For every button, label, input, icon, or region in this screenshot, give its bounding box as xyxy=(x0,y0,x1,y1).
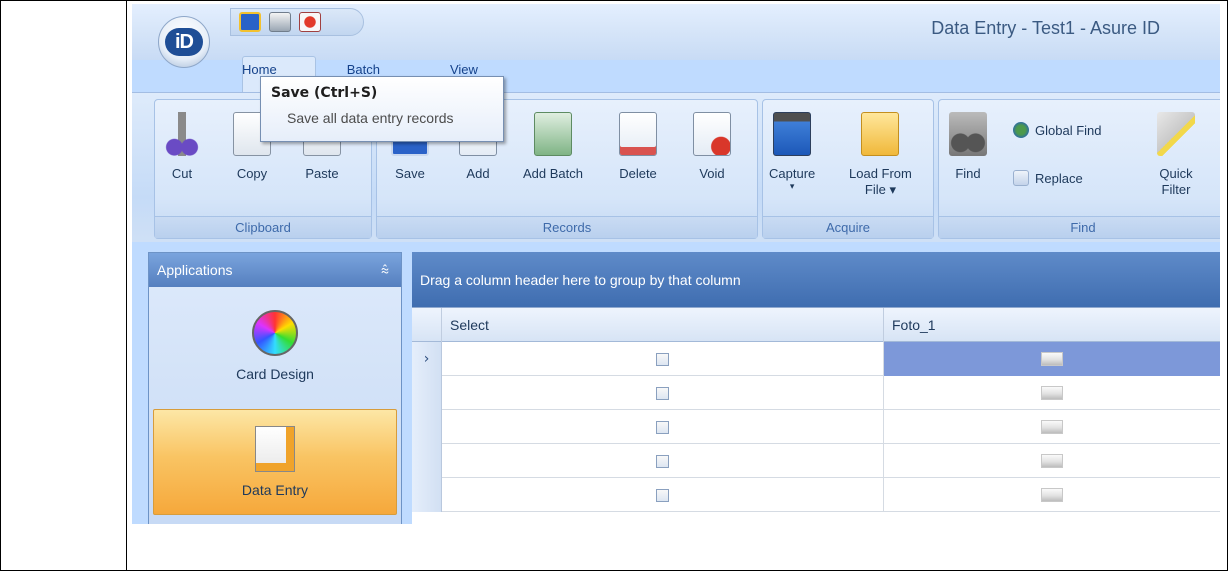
app-window: Data Entry - Test1 - Asure ID iD Home Ba… xyxy=(132,4,1220,524)
border-divider xyxy=(126,0,127,571)
load-from-file-button[interactable]: Load From File ▾ xyxy=(849,112,912,198)
application-menu-button[interactable]: iD xyxy=(158,16,210,68)
applications-header: Applications ⩯ xyxy=(149,253,401,287)
print-icon[interactable] xyxy=(269,12,291,32)
app-item-data-entry[interactable]: Data Entry xyxy=(153,409,397,515)
app-logo-icon: iD xyxy=(165,28,203,56)
image-placeholder-icon xyxy=(1041,352,1063,366)
find-button[interactable]: Find xyxy=(949,112,987,182)
global-find-button[interactable]: Global Find xyxy=(1013,122,1101,138)
tooltip-text: Save all data entry records xyxy=(287,110,454,126)
select-cell[interactable] xyxy=(442,342,884,376)
tab-batch[interactable]: Batch xyxy=(347,62,380,77)
row-indicator xyxy=(412,376,442,410)
data-grid: Drag a column header here to group by th… xyxy=(412,252,1220,524)
camera-capture-icon xyxy=(773,112,812,156)
delete-record-icon xyxy=(619,112,657,156)
select-cell[interactable] xyxy=(442,444,884,478)
foto-cell[interactable] xyxy=(884,342,1220,376)
quick-filter-button[interactable]: Quick Filter xyxy=(1157,112,1195,198)
replace-icon xyxy=(1013,170,1029,186)
image-placeholder-icon xyxy=(1041,488,1063,502)
find-group: Find Global Find Replace Quick Filter Fi… xyxy=(938,99,1220,239)
ribbon-tabs: Home Batch View xyxy=(242,62,478,77)
color-wheel-icon xyxy=(252,310,298,356)
applications-title: Applications xyxy=(157,262,233,278)
image-placeholder-icon xyxy=(1041,454,1063,468)
tab-view[interactable]: View xyxy=(450,62,478,77)
row-indicator xyxy=(412,410,442,444)
select-checkbox[interactable] xyxy=(656,352,669,366)
row-indicator-icon: › xyxy=(412,342,442,376)
group-by-area[interactable]: Drag a column header here to group by th… xyxy=(412,252,1220,308)
tab-home[interactable]: Home xyxy=(242,62,277,77)
delete-button[interactable]: Delete xyxy=(619,112,657,182)
image-placeholder-icon xyxy=(1041,420,1063,434)
void-button[interactable]: Void xyxy=(693,112,731,182)
table-row[interactable] xyxy=(412,376,1220,410)
header-indicator-cell xyxy=(412,308,442,342)
acquire-group-label: Acquire xyxy=(763,216,933,238)
foto-cell[interactable] xyxy=(884,478,1220,512)
cut-button[interactable]: Cut xyxy=(163,112,201,182)
column-header-foto[interactable]: Foto_1 xyxy=(884,308,1220,342)
image-placeholder-icon xyxy=(1041,386,1063,400)
folder-icon xyxy=(861,112,900,156)
void-record-icon xyxy=(693,112,731,156)
replace-button[interactable]: Replace xyxy=(1013,170,1083,186)
select-cell[interactable] xyxy=(442,410,884,444)
acquire-group: Capture ▾ Load From File ▾ Acquire xyxy=(762,99,934,239)
applications-panel: Applications ⩯ Card Design Data Entry xyxy=(148,252,402,524)
exit-icon[interactable] xyxy=(299,12,321,32)
globe-icon xyxy=(1013,122,1029,138)
applications-list: Card Design Data Entry xyxy=(149,287,401,524)
select-cell[interactable] xyxy=(442,478,884,512)
select-checkbox[interactable] xyxy=(656,488,669,502)
table-row[interactable] xyxy=(412,444,1220,478)
quick-access-toolbar xyxy=(230,8,364,36)
border-top xyxy=(0,0,1228,1)
column-header-select[interactable]: Select xyxy=(442,308,884,342)
select-checkbox[interactable] xyxy=(656,420,669,434)
table-row[interactable]: › xyxy=(412,342,1220,376)
select-checkbox[interactable] xyxy=(656,454,669,468)
row-indicator xyxy=(412,444,442,478)
pin-icon[interactable]: ⩯ xyxy=(381,262,389,279)
save-icon[interactable] xyxy=(239,12,261,32)
select-cell[interactable] xyxy=(442,376,884,410)
select-checkbox[interactable] xyxy=(656,386,669,400)
row-indicator xyxy=(412,478,442,512)
binoculars-icon xyxy=(949,112,987,156)
grid-header: Select Foto_1 xyxy=(412,308,1220,342)
capture-button[interactable]: Capture ▾ xyxy=(769,112,815,192)
tooltip-title: Save (Ctrl+S) xyxy=(271,85,378,101)
foto-cell[interactable] xyxy=(884,410,1220,444)
chevron-down-icon: ▾ xyxy=(789,182,795,192)
edit-document-icon xyxy=(255,426,295,472)
add-batch-icon xyxy=(534,112,572,156)
foto-cell[interactable] xyxy=(884,444,1220,478)
records-group-label: Records xyxy=(377,216,757,238)
scissors-icon xyxy=(163,112,201,156)
add-batch-button[interactable]: Add Batch xyxy=(523,112,583,182)
border-left xyxy=(0,0,1,571)
save-tooltip: Save (Ctrl+S) Save all data entry record… xyxy=(260,76,504,142)
window-title: Data Entry - Test1 - Asure ID xyxy=(931,18,1160,38)
find-group-label: Find xyxy=(939,216,1220,238)
clipboard-group-label: Clipboard xyxy=(155,216,371,238)
table-row[interactable] xyxy=(412,478,1220,512)
app-item-card-design[interactable]: Card Design xyxy=(153,293,397,399)
foto-cell[interactable] xyxy=(884,376,1220,410)
table-row[interactable] xyxy=(412,410,1220,444)
filter-icon xyxy=(1157,112,1195,156)
